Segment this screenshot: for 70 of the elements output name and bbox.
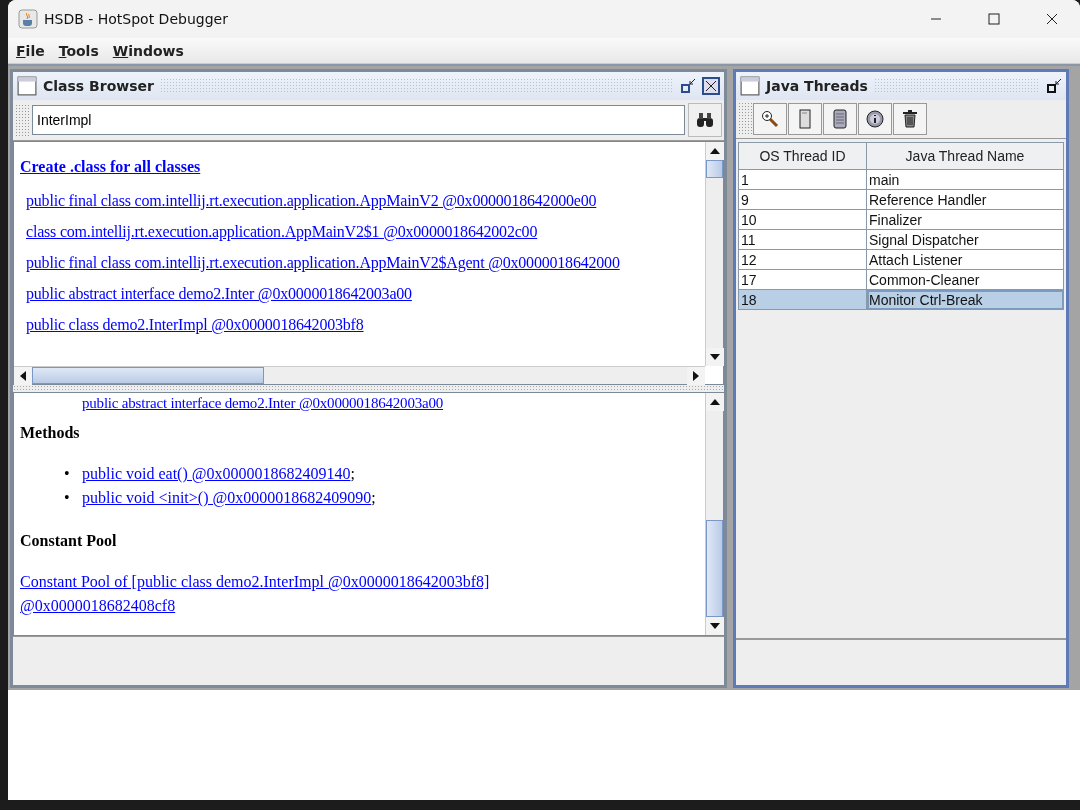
thread-row[interactable]: 17 Common-Cleaner <box>738 269 1064 290</box>
search-field[interactable]: InterImpl <box>32 105 685 135</box>
table-cell: 9 <box>738 189 867 210</box>
thread-row[interactable]: 10 Finalizer <box>738 209 1064 230</box>
table-cell: 12 <box>738 249 867 270</box>
constant-pool-link[interactable]: Constant Pool of [public class demo2.InterImpl @0x0000018642003bf8] @0x0000018682408cf8 <box>20 570 560 618</box>
restore-icon[interactable] <box>1046 78 1062 94</box>
thread-row[interactable]: 12 Attach Listener <box>738 249 1064 270</box>
bullet: • <box>64 464 71 484</box>
table-cell: 18 <box>738 289 867 310</box>
interface-link[interactable]: public abstract interface demo2.Inter @0x0000018642003a00 <box>82 395 444 412</box>
scroll-down-icon[interactable] <box>710 623 720 629</box>
info-icon <box>866 110 884 128</box>
scroll-thumb[interactable] <box>706 160 723 178</box>
toolbar-button[interactable] <box>858 103 892 135</box>
menu-item[interactable]: Tools <box>58 42 99 59</box>
close-icon[interactable] <box>1046 13 1058 25</box>
toolbar-button[interactable] <box>893 103 927 135</box>
thread-row[interactable]: 9 Reference Handler <box>738 189 1064 210</box>
class-link[interactable]: public final class com.intellij.rt.execution.application.AppMainV2 @0x0000018642000e00 <box>26 192 597 210</box>
menu-item[interactable]: File <box>16 42 45 59</box>
class-link[interactable]: class com.intellij.rt.execution.application.AppMainV2$1 @0x0000018642002c00 <box>26 223 538 241</box>
thread-row[interactable]: 18 Monitor Ctrl-Break <box>738 289 1064 310</box>
horizontal-scrollbar[interactable] <box>14 366 705 384</box>
scroll-up-icon[interactable] <box>710 399 720 405</box>
class-link[interactable]: public final class com.intellij.rt.execution.application.AppMainV2$Agent @0x0000018642000 <box>26 254 620 272</box>
java-cup-icon <box>18 9 38 29</box>
toolbar-button[interactable] <box>753 103 787 135</box>
scroll-right-icon[interactable] <box>693 371 699 381</box>
thread-row[interactable]: 1 main <box>738 169 1064 190</box>
column-header[interactable]: OS Thread ID <box>738 142 867 170</box>
restore-icon[interactable] <box>680 78 696 94</box>
vertical-scrollbar[interactable] <box>705 142 723 366</box>
magnifier-icon <box>761 110 779 128</box>
section-heading: Methods <box>20 424 81 442</box>
close-icon[interactable] <box>702 77 720 95</box>
scroll-up-icon[interactable] <box>710 148 720 154</box>
method-link[interactable]: public void eat() @0x0000018682409140 <box>82 462 351 486</box>
table-cell: 1 <box>738 169 867 190</box>
punctuation: ; <box>371 488 376 506</box>
vertical-scrollbar[interactable] <box>705 393 723 635</box>
toolbar-grip[interactable] <box>738 102 752 136</box>
binoculars-icon <box>696 112 714 128</box>
window-title: HSDB - HotSpot Debugger <box>44 11 228 27</box>
table-cell: 10 <box>738 209 867 230</box>
find-button[interactable] <box>688 103 722 137</box>
document-icon <box>799 109 811 129</box>
scroll-left-icon[interactable] <box>20 371 26 381</box>
bullet: • <box>64 488 71 508</box>
window-icon <box>740 76 760 96</box>
maximize-icon[interactable] <box>988 13 1000 25</box>
table-cell: 11 <box>738 229 867 250</box>
thread-row[interactable]: 11 Signal Dispatcher <box>738 229 1064 250</box>
scroll-down-icon[interactable] <box>710 354 720 360</box>
column-header[interactable]: Java Thread Name <box>866 142 1064 170</box>
scroll-thumb[interactable] <box>706 520 723 617</box>
create-class-link[interactable]: Create .class for all classes <box>20 158 201 176</box>
class-link[interactable]: public class demo2.InterImpl @0x0000018642003bf8 <box>26 316 364 334</box>
trash-icon <box>902 110 918 128</box>
scroll-thumb[interactable] <box>32 367 264 384</box>
window-icon <box>17 76 37 96</box>
scroll-icon <box>831 109 849 129</box>
punctuation: ; <box>350 464 355 482</box>
menu-item[interactable]: Windows <box>112 42 184 59</box>
frame-title: Java Threads <box>766 78 868 94</box>
class-link[interactable]: public abstract interface demo2.Inter @0x0000018642003a00 <box>26 285 412 303</box>
frame-title: Class Browser <box>43 78 154 94</box>
table-cell: 17 <box>738 269 867 290</box>
method-link[interactable]: public void <init>() @0x0000018682409090 <box>82 486 372 510</box>
section-heading: Constant Pool <box>20 532 118 550</box>
